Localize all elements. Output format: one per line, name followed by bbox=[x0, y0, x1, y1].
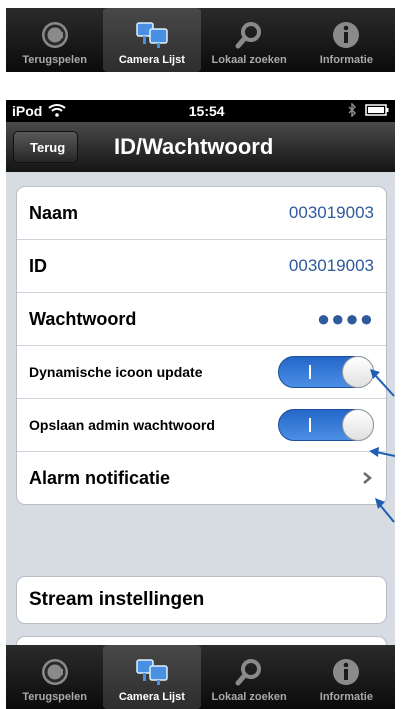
wifi-icon bbox=[48, 103, 67, 120]
id-value: 003019003 bbox=[288, 256, 374, 275]
tab-informatie[interactable]: Informatie bbox=[298, 645, 395, 709]
naam-label: Naam bbox=[29, 202, 79, 223]
row-alarm-notificatie[interactable]: Alarm notificatie bbox=[17, 452, 386, 504]
annotation-arrow-icon bbox=[370, 369, 395, 397]
phone-screen: iPod 15:54 Terug ID/Wachtwoord Naam 0030… bbox=[6, 100, 395, 645]
back-button[interactable]: Terug bbox=[13, 131, 79, 163]
toggle-on-mark bbox=[309, 418, 311, 432]
tab-terugspelen[interactable]: Terugspelen bbox=[6, 8, 103, 72]
tab-camera-lijst[interactable]: Camera Lijst bbox=[103, 645, 201, 709]
annotation-arrow-icon bbox=[375, 498, 395, 523]
tab-label: Informatie bbox=[319, 691, 373, 703]
row-naam[interactable]: Naam 003019003 bbox=[17, 187, 386, 240]
tab-label: Camera Lijst bbox=[118, 691, 185, 703]
battery-icon bbox=[365, 103, 389, 119]
tab-lokaal-zoeken[interactable]: Lokaal zoeken bbox=[201, 8, 298, 72]
tab-label: Terugspelen bbox=[22, 54, 87, 66]
toggle-on-mark bbox=[309, 365, 311, 379]
alarm-label: Alarm notificatie bbox=[29, 467, 171, 488]
page-title: ID/Wachtwoord bbox=[114, 134, 274, 159]
tab-label: Lokaal zoeken bbox=[211, 691, 287, 703]
camera-list-icon bbox=[135, 20, 169, 50]
tab-label: Lokaal zoeken bbox=[211, 54, 287, 66]
search-icon bbox=[232, 20, 266, 50]
tab-bar-top: Terugspelen Camera Lijst Lokaal zoeken I… bbox=[6, 8, 395, 72]
dynamische-toggle[interactable] bbox=[278, 356, 374, 388]
opslaan-label: Opslaan admin wachtwoord bbox=[29, 417, 215, 433]
replay-icon bbox=[38, 657, 72, 687]
toggle-knob bbox=[342, 409, 374, 441]
info-icon bbox=[329, 20, 363, 50]
settings-group: Naam 003019003 ID 003019003 Wachtwoord ●… bbox=[16, 186, 387, 505]
row-wachtwoord[interactable]: Wachtwoord ●●●● bbox=[17, 293, 386, 346]
stream-group: Stream instellingen bbox=[16, 576, 387, 624]
opslaan-toggle[interactable] bbox=[278, 409, 374, 441]
replay-icon bbox=[38, 20, 72, 50]
row-id[interactable]: ID 003019003 bbox=[17, 240, 386, 293]
nav-bar: Terug ID/Wachtwoord bbox=[6, 122, 395, 172]
wachtwoord-value: ●●●● bbox=[316, 306, 374, 331]
row-dynamische-icoon-update: Dynamische icoon update bbox=[17, 346, 386, 399]
tab-label: Camera Lijst bbox=[118, 54, 185, 66]
tab-informatie[interactable]: Informatie bbox=[298, 8, 395, 72]
tab-label: Terugspelen bbox=[22, 691, 87, 703]
stream-label: Stream instellingen bbox=[29, 589, 205, 610]
wachtwoord-label: Wachtwoord bbox=[29, 308, 137, 329]
tab-camera-lijst[interactable]: Camera Lijst bbox=[103, 8, 201, 72]
tab-bar-bottom: Terugspelen Camera Lijst Lokaal zoeken I… bbox=[6, 645, 395, 709]
status-time: 15:54 bbox=[188, 103, 225, 119]
row-stream-instellingen[interactable]: Stream instellingen bbox=[17, 577, 386, 623]
dynamische-label: Dynamische icoon update bbox=[29, 364, 203, 380]
id-label: ID bbox=[29, 255, 47, 276]
search-icon bbox=[232, 657, 266, 687]
camera-list-icon bbox=[135, 657, 169, 687]
tab-label: Informatie bbox=[319, 54, 373, 66]
status-bar: iPod 15:54 bbox=[6, 100, 395, 122]
device-name: iPod bbox=[12, 103, 43, 119]
next-group-peek bbox=[16, 636, 387, 645]
row-opslaan-admin-wachtwoord: Opslaan admin wachtwoord bbox=[17, 399, 386, 452]
tab-lokaal-zoeken[interactable]: Lokaal zoeken bbox=[201, 645, 298, 709]
info-icon bbox=[329, 657, 363, 687]
annotation-arrow-icon bbox=[369, 447, 395, 457]
chevron-right-icon bbox=[360, 471, 374, 485]
naam-value: 003019003 bbox=[288, 203, 374, 222]
tab-terugspelen[interactable]: Terugspelen bbox=[6, 645, 103, 709]
bluetooth-icon bbox=[347, 101, 357, 120]
